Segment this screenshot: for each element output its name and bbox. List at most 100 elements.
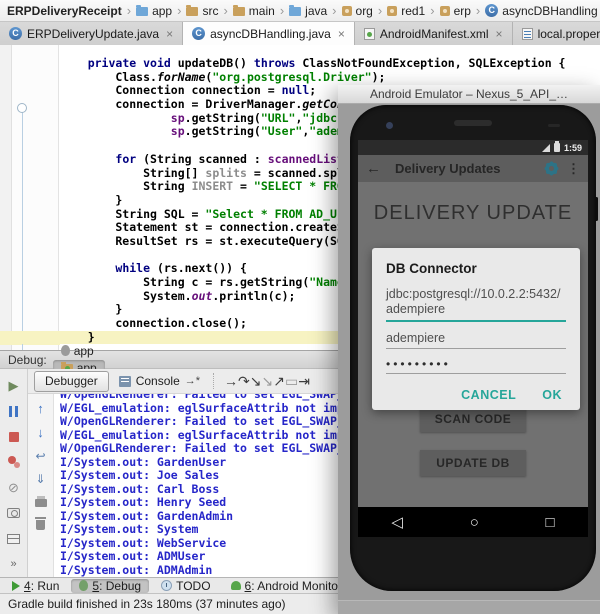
breadcrumb-label: java: [305, 3, 328, 18]
class-icon: [9, 27, 22, 40]
run-to-cursor-icon[interactable]: ⇥: [298, 373, 310, 389]
toolwindow-button-todo[interactable]: TODO: [153, 579, 218, 593]
console-pin-indicator: →*: [184, 375, 201, 387]
rerun-icon[interactable]: ▶: [0, 373, 27, 399]
breadcrumb-item-src[interactable]: src: [186, 4, 218, 18]
debug-tab-app[interactable]: app: [53, 343, 105, 360]
breadcrumb-label: main: [248, 3, 275, 18]
breadcrumb-item-org[interactable]: org: [341, 4, 373, 18]
more-icon[interactable]: »: [0, 552, 27, 578]
folder-tan-icon: [186, 5, 199, 16]
back-arrow-icon[interactable]: ←: [366, 160, 381, 177]
ok-button[interactable]: OK: [542, 388, 562, 402]
tab-asyncdbhandling.java[interactable]: asyncDBHandling.java ×: [183, 22, 355, 45]
settings-gear-icon[interactable]: [546, 163, 557, 174]
print-icon[interactable]: [34, 496, 47, 507]
debugger-tab[interactable]: Debugger: [34, 370, 109, 392]
code-line: Class.forName("org.postgresql.Driver");: [60, 69, 386, 84]
update-db-button[interactable]: UPDATE DB: [420, 450, 526, 476]
breadcrumb-label: src: [202, 3, 219, 18]
show-execution-point-icon[interactable]: →: [224, 373, 238, 389]
tab-label: local.properties: [537, 26, 600, 41]
tab-erpdeliveryupdate.java[interactable]: ERPDeliveryUpdate.java ×: [0, 22, 184, 45]
nav-home-button[interactable]: ○: [470, 514, 479, 531]
view-breakpoints-icon: [7, 456, 20, 469]
password-field[interactable]: •••••••••: [386, 357, 566, 374]
breadcrumb-item-main[interactable]: main: [232, 3, 275, 18]
chevron-right-icon: ›: [279, 3, 285, 18]
step-into-icon[interactable]: ↘: [250, 373, 262, 389]
emulator-window-footer: [338, 600, 600, 614]
toolwindow-button-run[interactable]: 4: Run: [4, 579, 67, 593]
close-tab-icon[interactable]: ×: [166, 27, 173, 41]
force-step-into-icon[interactable]: ↘: [262, 373, 274, 389]
mute-breakpoints-icon: ⊘: [8, 480, 19, 496]
breadcrumb-item-app[interactable]: app: [136, 4, 172, 18]
editor-left-strip: [0, 45, 12, 350]
emulator-title: Android Emulator – Nexus_5_API_…: [369, 87, 569, 101]
cancel-button[interactable]: CANCEL: [461, 388, 516, 402]
editor-gutter: [12, 45, 59, 350]
soft-wrap-icon[interactable]: ↩: [35, 450, 45, 462]
package-icon: [439, 5, 450, 16]
restore-layout-icon[interactable]: [0, 526, 27, 552]
phone-device: 1:59 ← Delivery Updates ⋮ DELIVERY UPDAT…: [350, 105, 598, 591]
scroll-end-icon[interactable]: ⇓: [35, 473, 45, 485]
debug-bug-icon: [79, 580, 89, 591]
breadcrumb-item-erpdeliveryreceipt[interactable]: ERPDeliveryReceipt: [7, 4, 122, 18]
up-stack-icon[interactable]: ↑: [37, 402, 44, 415]
breadcrumb-label: erp: [453, 3, 471, 18]
bug-tab-icon: [60, 345, 70, 356]
clear-all-icon[interactable]: [35, 517, 46, 530]
stop-icon[interactable]: [0, 424, 27, 450]
view-breakpoints-icon[interactable]: [0, 450, 27, 476]
fold-marker-icon[interactable]: [17, 103, 27, 113]
toolwindow-button-label: 4: Run: [24, 578, 60, 593]
stop-icon: [8, 431, 19, 442]
breadcrumb-item-asyncdbhandling[interactable]: asyncDBHandling: [485, 3, 598, 18]
overflow-menu-icon[interactable]: ⋮: [567, 161, 580, 177]
phone-screen[interactable]: 1:59 ← Delivery Updates ⋮ DELIVERY UPDAT…: [358, 140, 588, 537]
class-icon: [485, 4, 499, 17]
rerun-icon: ▶: [8, 378, 19, 394]
step-out-icon[interactable]: ↗: [273, 373, 285, 389]
toolwindow-button-debug[interactable]: 5: Debug: [71, 578, 150, 593]
close-tab-icon[interactable]: ×: [496, 27, 503, 41]
toolwindow-button-android-monitor[interactable]: 6: Android Monitor: [223, 579, 350, 593]
down-stack-icon[interactable]: ↓: [37, 426, 44, 439]
breadcrumb-label: ERPDeliveryReceipt: [7, 3, 122, 18]
chevron-right-icon: ›: [377, 3, 383, 18]
breadcrumb-item-red1[interactable]: red1: [387, 4, 425, 18]
chevron-right-icon: ›: [332, 3, 337, 18]
breadcrumb-label: asyncDBHandling: [502, 3, 598, 18]
step-over-icon[interactable]: ↷: [238, 373, 250, 389]
pause-icon[interactable]: [0, 399, 27, 425]
mute-breakpoints-icon[interactable]: ⊘: [0, 475, 27, 501]
emulator-titlebar[interactable]: Android Emulator – Nexus_5_API_…: [338, 85, 600, 104]
breadcrumb-label: red1: [401, 3, 426, 18]
class-icon: [192, 27, 206, 40]
console-tab[interactable]: Console →*: [115, 372, 204, 390]
nav-back-button[interactable]: ◁: [391, 513, 403, 531]
fold-region-line: [22, 111, 23, 350]
screenshot-icon[interactable]: [0, 501, 27, 527]
drop-frame-icon[interactable]: ▭: [285, 373, 298, 389]
breadcrumb-item-java[interactable]: java: [289, 4, 327, 18]
todo-icon: [161, 580, 173, 591]
debug-tab-label: app: [73, 343, 94, 358]
close-tab-icon[interactable]: ×: [338, 27, 345, 41]
breadcrumb-item-erp[interactable]: erp: [439, 3, 471, 18]
proximity-sensor: [548, 124, 560, 127]
breadcrumb-label: app: [152, 3, 173, 18]
clock-text: 1:59: [563, 142, 582, 153]
tab-androidmanifest.xml[interactable]: AndroidManifest.xml ×: [355, 22, 513, 45]
android-emulator-window[interactable]: Android Emulator – Nexus_5_API_… 1:59 ← …: [338, 85, 600, 614]
chevron-right-icon: ›: [430, 3, 435, 18]
tab-local.properties[interactable]: local.properties×: [513, 22, 600, 45]
jdbc-url-field[interactable]: jdbc:postgresql://10.0.2.2:5432/ adempie…: [386, 287, 566, 322]
username-field[interactable]: adempiere: [386, 331, 566, 349]
chevron-right-icon: ›: [177, 3, 182, 18]
nav-recents-button[interactable]: □: [546, 514, 555, 531]
app-bar-title: Delivery Updates: [395, 161, 501, 176]
console-tab-label: Console: [135, 374, 180, 388]
